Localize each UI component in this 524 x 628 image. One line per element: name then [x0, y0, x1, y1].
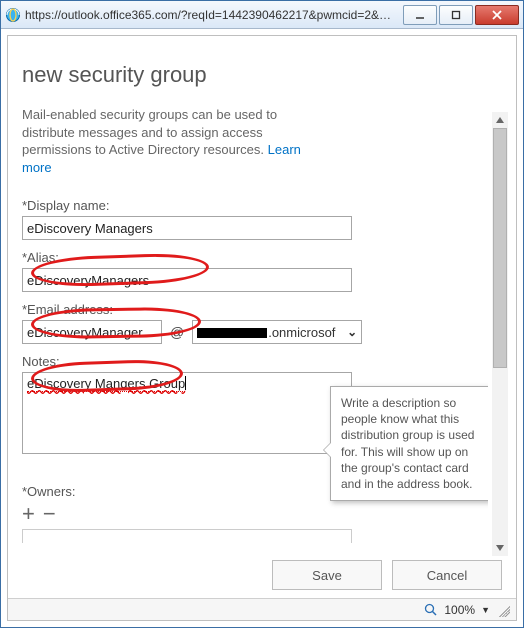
owners-controls: + −: [22, 505, 488, 523]
ie-icon: [5, 7, 21, 23]
owners-listbox[interactable]: [22, 529, 352, 543]
email-address-label: *Email address:: [22, 302, 488, 317]
email-at-symbol: @: [170, 324, 184, 340]
display-name-label: *Display name:: [22, 198, 488, 213]
email-domain-value: .onmicrosof: [197, 325, 335, 340]
remove-owner-button[interactable]: −: [43, 505, 56, 523]
zoom-dropdown-icon[interactable]: ▼: [481, 605, 490, 615]
dialog-footer: Save Cancel: [272, 560, 502, 590]
cancel-button[interactable]: Cancel: [392, 560, 502, 590]
ie-popup-window: https://outlook.office365.com/?reqId=144…: [0, 0, 524, 628]
status-bar: 100% ▼: [8, 598, 516, 620]
alias-input[interactable]: [22, 268, 352, 292]
email-local-input[interactable]: [22, 320, 162, 344]
vertical-scrollbar[interactable]: [492, 112, 508, 556]
save-button[interactable]: Save: [272, 560, 382, 590]
window-url: https://outlook.office365.com/?reqId=144…: [25, 8, 395, 22]
display-name-input[interactable]: [22, 216, 352, 240]
scrollbar-thumb[interactable]: [493, 128, 507, 368]
redacted-domain-prefix: [197, 328, 267, 338]
zoom-level[interactable]: 100%: [444, 603, 475, 617]
window-control-buttons: [401, 5, 519, 25]
minimize-button[interactable]: [403, 5, 437, 25]
client-area: new security group Mail-enabled security…: [1, 29, 523, 627]
close-button[interactable]: [475, 5, 519, 25]
scroll-up-arrow-icon[interactable]: [492, 112, 508, 128]
scroll-down-arrow-icon[interactable]: [492, 540, 508, 556]
notes-textarea[interactable]: eDiscovery Mangers Group: [22, 372, 352, 454]
maximize-button[interactable]: [439, 5, 473, 25]
page-title: new security group: [22, 62, 502, 88]
add-owner-button[interactable]: +: [22, 505, 35, 523]
form-scroll-area: Mail-enabled security groups can be used…: [22, 106, 488, 556]
chevron-down-icon: ⌄: [347, 325, 357, 339]
intro-text: Mail-enabled security groups can be used…: [22, 106, 322, 176]
email-domain-select[interactable]: .onmicrosof ⌄: [192, 320, 362, 344]
notes-label: Notes:: [22, 354, 488, 369]
zoom-icon[interactable]: [424, 603, 438, 617]
resize-grip-icon[interactable]: [496, 603, 510, 617]
notes-help-tooltip: Write a description so people know what …: [330, 386, 488, 501]
intro-text-body: Mail-enabled security groups can be used…: [22, 107, 277, 157]
window-titlebar: https://outlook.office365.com/?reqId=144…: [1, 1, 523, 29]
alias-label: *Alias:: [22, 250, 488, 265]
email-address-row: @ .onmicrosof ⌄: [22, 320, 488, 344]
dialog-panel: new security group Mail-enabled security…: [7, 35, 517, 621]
